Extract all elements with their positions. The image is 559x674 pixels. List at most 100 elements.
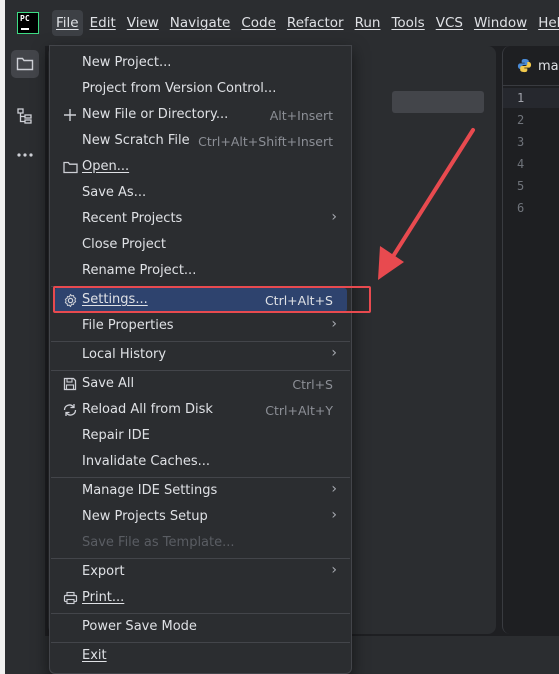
menu-item-local-history[interactable]: Local History › <box>54 343 347 367</box>
menu-item-label: New Project... <box>82 55 172 70</box>
menu-item-save-all[interactable]: Save All Ctrl+S <box>54 372 347 396</box>
menu-code[interactable]: Code <box>237 10 280 36</box>
menu-item-invalidate-caches[interactable]: Invalidate Caches... <box>54 450 347 474</box>
editor-pane: mai 1 2 3 4 5 6 <box>502 46 559 634</box>
menu-item-label: File Properties <box>82 318 174 333</box>
chevron-right-icon: › <box>331 209 337 225</box>
plus-icon <box>62 107 78 123</box>
menu-refactor[interactable]: Refactor <box>283 10 348 36</box>
menu-item-shortcut: Ctrl+Alt+Y <box>265 403 333 418</box>
menu-edit[interactable]: Edit <box>86 10 120 36</box>
tool-window-strip <box>5 46 45 636</box>
structure-tool-button[interactable] <box>11 102 39 130</box>
menu-run[interactable]: Run <box>351 10 385 36</box>
menu-item-label: New File or Directory... <box>82 107 229 122</box>
menu-item-manage-ide-settings[interactable]: Manage IDE Settings › <box>54 479 347 503</box>
menu-item-open[interactable]: Open... <box>54 155 347 179</box>
save-icon <box>62 376 78 392</box>
line-number: 4 <box>517 157 525 171</box>
menu-file[interactable]: File <box>52 10 83 36</box>
folder-icon <box>62 159 78 175</box>
chevron-right-icon: › <box>331 507 337 523</box>
project-tool-button[interactable] <box>11 50 39 78</box>
chevron-right-icon: › <box>331 345 337 361</box>
line-number: 2 <box>517 113 525 127</box>
menu-bar: File Edit View Navigate Code Refactor Ru… <box>52 10 559 36</box>
editor-tab-label: mai <box>538 59 559 74</box>
menu-item-file-properties[interactable]: File Properties › <box>54 314 347 338</box>
menu-item-label: Open... <box>82 159 130 174</box>
menu-item-label: Save All <box>82 376 135 391</box>
menu-item-label: Save As... <box>82 185 147 200</box>
menu-item-label: Recent Projects <box>82 211 183 226</box>
menu-item-rename-project[interactable]: Rename Project... <box>54 259 347 283</box>
menu-item-project-from-vcs[interactable]: Project from Version Control... <box>54 77 347 101</box>
menu-item-label: Project from Version Control... <box>82 81 277 96</box>
menu-item-new-projects-setup[interactable]: New Projects Setup › <box>54 505 347 529</box>
menu-window[interactable]: Window <box>470 10 531 36</box>
menu-item-export[interactable]: Export › <box>54 560 347 584</box>
more-tools-button[interactable] <box>11 141 39 169</box>
menu-separator <box>51 558 350 559</box>
menu-item-label: Save File as Template... <box>82 535 235 550</box>
menu-item-label: Close Project <box>82 237 167 252</box>
menu-separator <box>51 370 350 371</box>
menu-item-label: Print... <box>82 590 125 605</box>
menu-vcs[interactable]: VCS <box>432 10 467 36</box>
menu-separator <box>51 613 350 614</box>
menu-item-label: New Scratch File <box>82 133 190 148</box>
menu-item-label: Power Save Mode <box>82 619 197 634</box>
line-number: 5 <box>517 179 525 193</box>
menu-item-label: Exit <box>82 648 107 663</box>
more-icon <box>17 153 33 157</box>
menu-item-new-file-or-directory[interactable]: New File or Directory... Alt+Insert <box>54 103 347 127</box>
menu-item-repair-ide[interactable]: Repair IDE <box>54 424 347 448</box>
print-icon <box>62 590 78 606</box>
menu-separator <box>51 341 350 342</box>
menu-item-reload-all[interactable]: Reload All from Disk Ctrl+Alt+Y <box>54 398 347 422</box>
menu-item-close-project[interactable]: Close Project <box>54 233 347 257</box>
menu-item-label: New Projects Setup <box>82 509 208 524</box>
menu-item-label: Repair IDE <box>82 428 150 443</box>
menu-view[interactable]: View <box>123 10 163 36</box>
project-tree-selection[interactable] <box>392 91 484 113</box>
menu-navigate[interactable]: Navigate <box>166 10 235 36</box>
line-number: 6 <box>517 201 525 215</box>
menu-item-shortcut: Alt+Insert <box>269 108 333 123</box>
menu-item-print[interactable]: Print... <box>54 586 347 610</box>
menu-item-power-save-mode[interactable]: Power Save Mode <box>54 615 347 639</box>
menu-item-new-scratch-file[interactable]: New Scratch File Ctrl+Alt+Shift+Insert <box>54 129 347 153</box>
line-number: 1 <box>517 91 525 105</box>
file-menu-dropdown: New Project... Project from Version Cont… <box>49 45 352 674</box>
app-logo: PC <box>17 12 39 34</box>
menu-item-new-project[interactable]: New Project... <box>54 51 347 75</box>
menu-item-recent-projects[interactable]: Recent Projects › <box>54 207 347 231</box>
chevron-right-icon: › <box>331 481 337 497</box>
menu-item-label: Manage IDE Settings <box>82 483 218 498</box>
menu-tools[interactable]: Tools <box>387 10 428 36</box>
reload-icon <box>62 402 78 418</box>
line-number: 3 <box>517 135 525 149</box>
menu-item-label: Invalidate Caches... <box>82 454 211 469</box>
annotation-highlight-box <box>53 286 371 313</box>
title-bar: PC File Edit View Navigate Code Refactor… <box>5 0 559 46</box>
menu-item-save-file-as-template[interactable]: Save File as Template... <box>54 531 347 555</box>
menu-separator <box>51 642 350 643</box>
menu-help[interactable]: Help <box>534 10 559 36</box>
menu-item-exit[interactable]: Exit <box>54 644 347 668</box>
structure-icon <box>17 108 32 124</box>
menu-item-label: Local History <box>82 347 167 362</box>
folder-icon <box>16 57 34 71</box>
python-file-icon <box>517 58 532 73</box>
editor-tab[interactable]: mai <box>503 46 559 86</box>
menu-item-label: Rename Project... <box>82 263 197 278</box>
menu-item-shortcut: Ctrl+Alt+Shift+Insert <box>198 134 333 149</box>
menu-item-save-as[interactable]: Save As... <box>54 181 347 205</box>
current-line-highlight <box>503 88 559 108</box>
menu-item-label: Reload All from Disk <box>82 402 213 417</box>
menu-item-label: Export <box>82 564 125 579</box>
chevron-right-icon: › <box>331 562 337 578</box>
chevron-right-icon: › <box>331 316 337 332</box>
menu-separator <box>51 477 350 478</box>
menu-item-shortcut: Ctrl+S <box>292 377 333 392</box>
